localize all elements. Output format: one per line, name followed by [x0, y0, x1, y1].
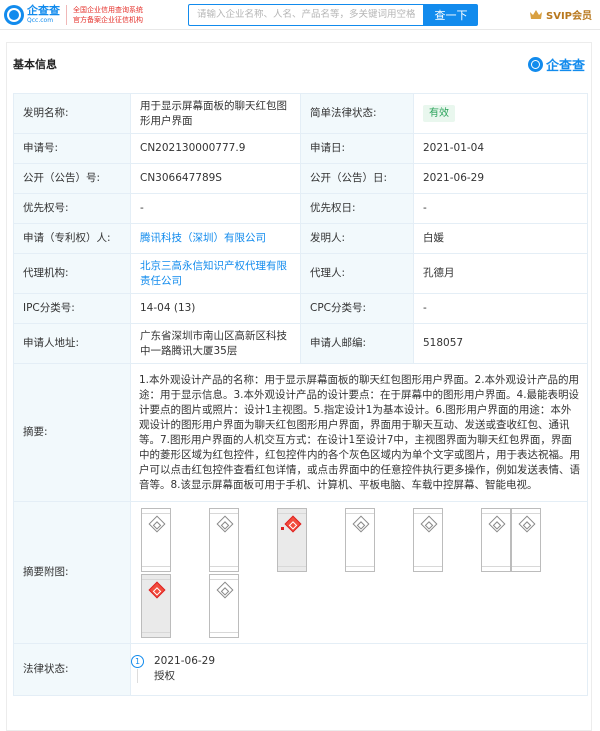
red-packet-diamond-icon	[488, 515, 506, 532]
agency-link[interactable]: 北京三高永信知识产权代理有限责任公司	[140, 260, 287, 287]
legal-event: 1 2021-06-29	[131, 654, 587, 669]
status-badge: 有效	[423, 105, 455, 122]
section-header: 基本信息 企查查	[7, 43, 591, 85]
table-row: 发明名称: 用于显示屏幕面板的聊天红包图形用户界面 简单法律状态: 有效	[13, 93, 588, 134]
brand-name: 企查查	[545, 58, 585, 74]
red-packet-diamond-icon	[284, 515, 302, 532]
figure-thumbnail[interactable]	[413, 507, 443, 572]
figure-thumbnail[interactable]	[141, 507, 171, 572]
legal-status-label: 法律状态:	[13, 643, 131, 696]
ipc-value: 14-04 (13)	[130, 293, 301, 324]
event-index: 1	[131, 654, 144, 668]
priority-date-value: -	[413, 193, 588, 224]
figure-gallery	[131, 504, 587, 642]
brand-logo-icon	[527, 56, 543, 72]
priority-no-value: -	[130, 193, 301, 224]
app-no-label: 申请号:	[13, 133, 131, 164]
postcode-label: 申请人邮编:	[300, 323, 414, 364]
section-title: 基本信息	[13, 58, 57, 71]
legal-status-simple-label: 简单法律状态:	[300, 93, 414, 134]
table-row: 优先权号: - 优先权日: -	[13, 193, 588, 224]
slogan: 全国企业信用查询系统 官方备案企业征信机构	[66, 4, 182, 25]
priority-no-label: 优先权号:	[13, 193, 131, 224]
priority-date-label: 优先权日:	[300, 193, 414, 224]
slogan-line-1: 全国企业信用查询系统	[73, 5, 143, 14]
figures-label: 摘要附图:	[13, 501, 131, 644]
legal-timeline: 1 2021-06-29 授权	[130, 643, 588, 696]
table-row: IPC分类号: 14-04 (13) CPC分类号: -	[13, 293, 588, 324]
figure-thumbnail[interactable]	[511, 507, 541, 572]
search-button[interactable]: 查一下	[424, 3, 478, 26]
red-packet-diamond-icon	[148, 581, 166, 598]
logo-domain: Qcc.com	[27, 17, 54, 24]
event-date: 2021-06-29	[154, 654, 216, 667]
svip-label: SVIP会员	[546, 11, 592, 22]
inventor-label: 发明人:	[300, 223, 414, 254]
inventor-value: 白媛	[413, 223, 588, 254]
applicant-link[interactable]: 腾讯科技（深圳）有限公司	[140, 232, 266, 244]
red-packet-diamond-icon	[216, 581, 234, 598]
invention-name-value: 用于显示屏幕面板的聊天红包图形用户界面	[130, 93, 301, 134]
table-row: 摘要: 1.本外观设计产品的名称：用于显示屏幕面板的聊天红包图形用户界面。2.本…	[13, 363, 588, 502]
figure-thumbnail[interactable]	[141, 573, 171, 638]
pub-no-label: 公开（公告）号:	[13, 163, 131, 194]
table-row: 摘要附图:	[13, 501, 588, 644]
svip-link[interactable]: SVIP会员	[529, 7, 592, 22]
cpc-value: -	[413, 293, 588, 324]
figure-thumbnail[interactable]	[209, 507, 239, 572]
pub-date-value: 2021-06-29	[413, 163, 588, 194]
brand-watermark: 企查查	[527, 55, 585, 74]
agency-label: 代理机构:	[13, 253, 131, 294]
search-input[interactable]	[197, 9, 415, 20]
red-packet-diamond-icon	[148, 515, 166, 532]
app-date-label: 申请日:	[300, 133, 414, 164]
timeline-connector	[137, 669, 138, 683]
event-description: 授权	[154, 669, 175, 682]
top-bar: 企查查 Qcc.com 全国企业信用查询系统 官方备案企业征信机构 查一下 SV…	[0, 0, 600, 30]
table-row: 申请人地址: 广东省深圳市南山区高新区科技中一路腾讯大厦35层 申请人邮编: 5…	[13, 323, 588, 364]
red-packet-diamond-icon	[420, 515, 438, 532]
table-row: 代理机构: 北京三高永信知识产权代理有限责任公司 代理人: 孔德月	[13, 253, 588, 294]
basic-info-panel: 基本信息 企查查 发明名称: 用于显示屏幕面板的聊天红包图形用户界面 简单法律状…	[6, 42, 592, 731]
invention-name-label: 发明名称:	[13, 93, 131, 134]
red-packet-diamond-icon	[216, 515, 234, 532]
red-packet-diamond-icon	[352, 515, 370, 532]
pub-no-value: CN306647789S	[130, 163, 301, 194]
crown-icon	[530, 9, 542, 19]
table-row: 申请号: CN202130000777.9 申请日: 2021-01-04	[13, 133, 588, 164]
figure-thumbnail[interactable]	[481, 507, 511, 572]
slogan-line-2: 官方备案企业征信机构	[73, 15, 143, 24]
table-row: 法律状态: 1 2021-06-29 授权	[13, 643, 588, 696]
red-packet-diamond-icon	[518, 515, 536, 532]
abstract-label: 摘要:	[13, 363, 131, 502]
figure-thumbnail[interactable]	[345, 507, 375, 572]
table-row: 申请（专利权）人: 腾讯科技（深圳）有限公司 发明人: 白媛	[13, 223, 588, 254]
address-label: 申请人地址:	[13, 323, 131, 364]
qcc-logo[interactable]: 企查查 Qcc.com	[4, 2, 64, 28]
agent-label: 代理人:	[300, 253, 414, 294]
logo-mark-icon	[4, 4, 24, 25]
logo-name: 企查查	[27, 4, 60, 17]
search-box	[188, 3, 424, 26]
patent-info-table: 发明名称: 用于显示屏幕面板的聊天红包图形用户界面 简单法律状态: 有效 申请号…	[13, 93, 588, 696]
app-date-value: 2021-01-04	[413, 133, 588, 164]
abstract-text: 1.本外观设计产品的名称：用于显示屏幕面板的聊天红包图形用户界面。2.本外观设计…	[130, 363, 588, 502]
address-value: 广东省深圳市南山区高新区科技中一路腾讯大厦35层	[130, 323, 301, 364]
cpc-label: CPC分类号:	[300, 293, 414, 324]
postcode-value: 518057	[413, 323, 588, 364]
table-row: 公开（公告）号: CN306647789S 公开（公告）日: 2021-06-2…	[13, 163, 588, 194]
agent-value: 孔德月	[413, 253, 588, 294]
figure-thumbnail[interactable]	[209, 573, 239, 638]
app-no-value: CN202130000777.9	[130, 133, 301, 164]
ipc-label: IPC分类号:	[13, 293, 131, 324]
applicant-label: 申请（专利权）人:	[13, 223, 131, 254]
figure-thumbnail[interactable]	[277, 507, 307, 572]
pub-date-label: 公开（公告）日:	[300, 163, 414, 194]
